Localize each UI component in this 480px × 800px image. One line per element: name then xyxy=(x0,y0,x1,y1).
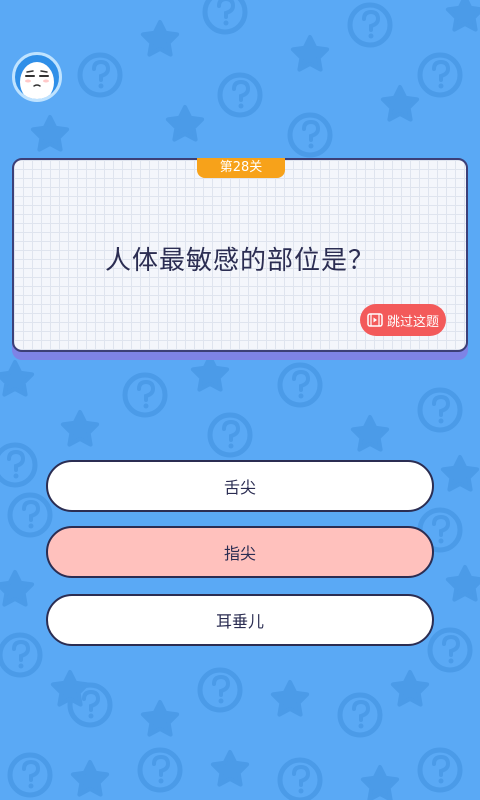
video-icon xyxy=(367,313,383,327)
answer-option-label: 舌尖 xyxy=(223,478,256,497)
level-badge: 第28关 xyxy=(197,158,285,178)
answer-option-1[interactable]: 舌尖 xyxy=(46,460,434,512)
answer-option-2[interactable]: 指尖 xyxy=(46,526,434,578)
question-text: 人体最敏感的部位是？ xyxy=(104,246,375,276)
answer-option-3[interactable]: 耳垂儿 xyxy=(46,594,434,646)
avatar[interactable] xyxy=(12,52,62,102)
skip-question-label: 跳过这题 xyxy=(386,314,439,330)
answer-option-label: 耳垂儿 xyxy=(215,612,264,631)
skip-question-button[interactable]: 跳过这题 xyxy=(360,304,446,336)
background-pattern xyxy=(0,0,480,800)
answer-option-label: 指尖 xyxy=(223,544,256,563)
avatar-face-icon xyxy=(20,62,54,99)
